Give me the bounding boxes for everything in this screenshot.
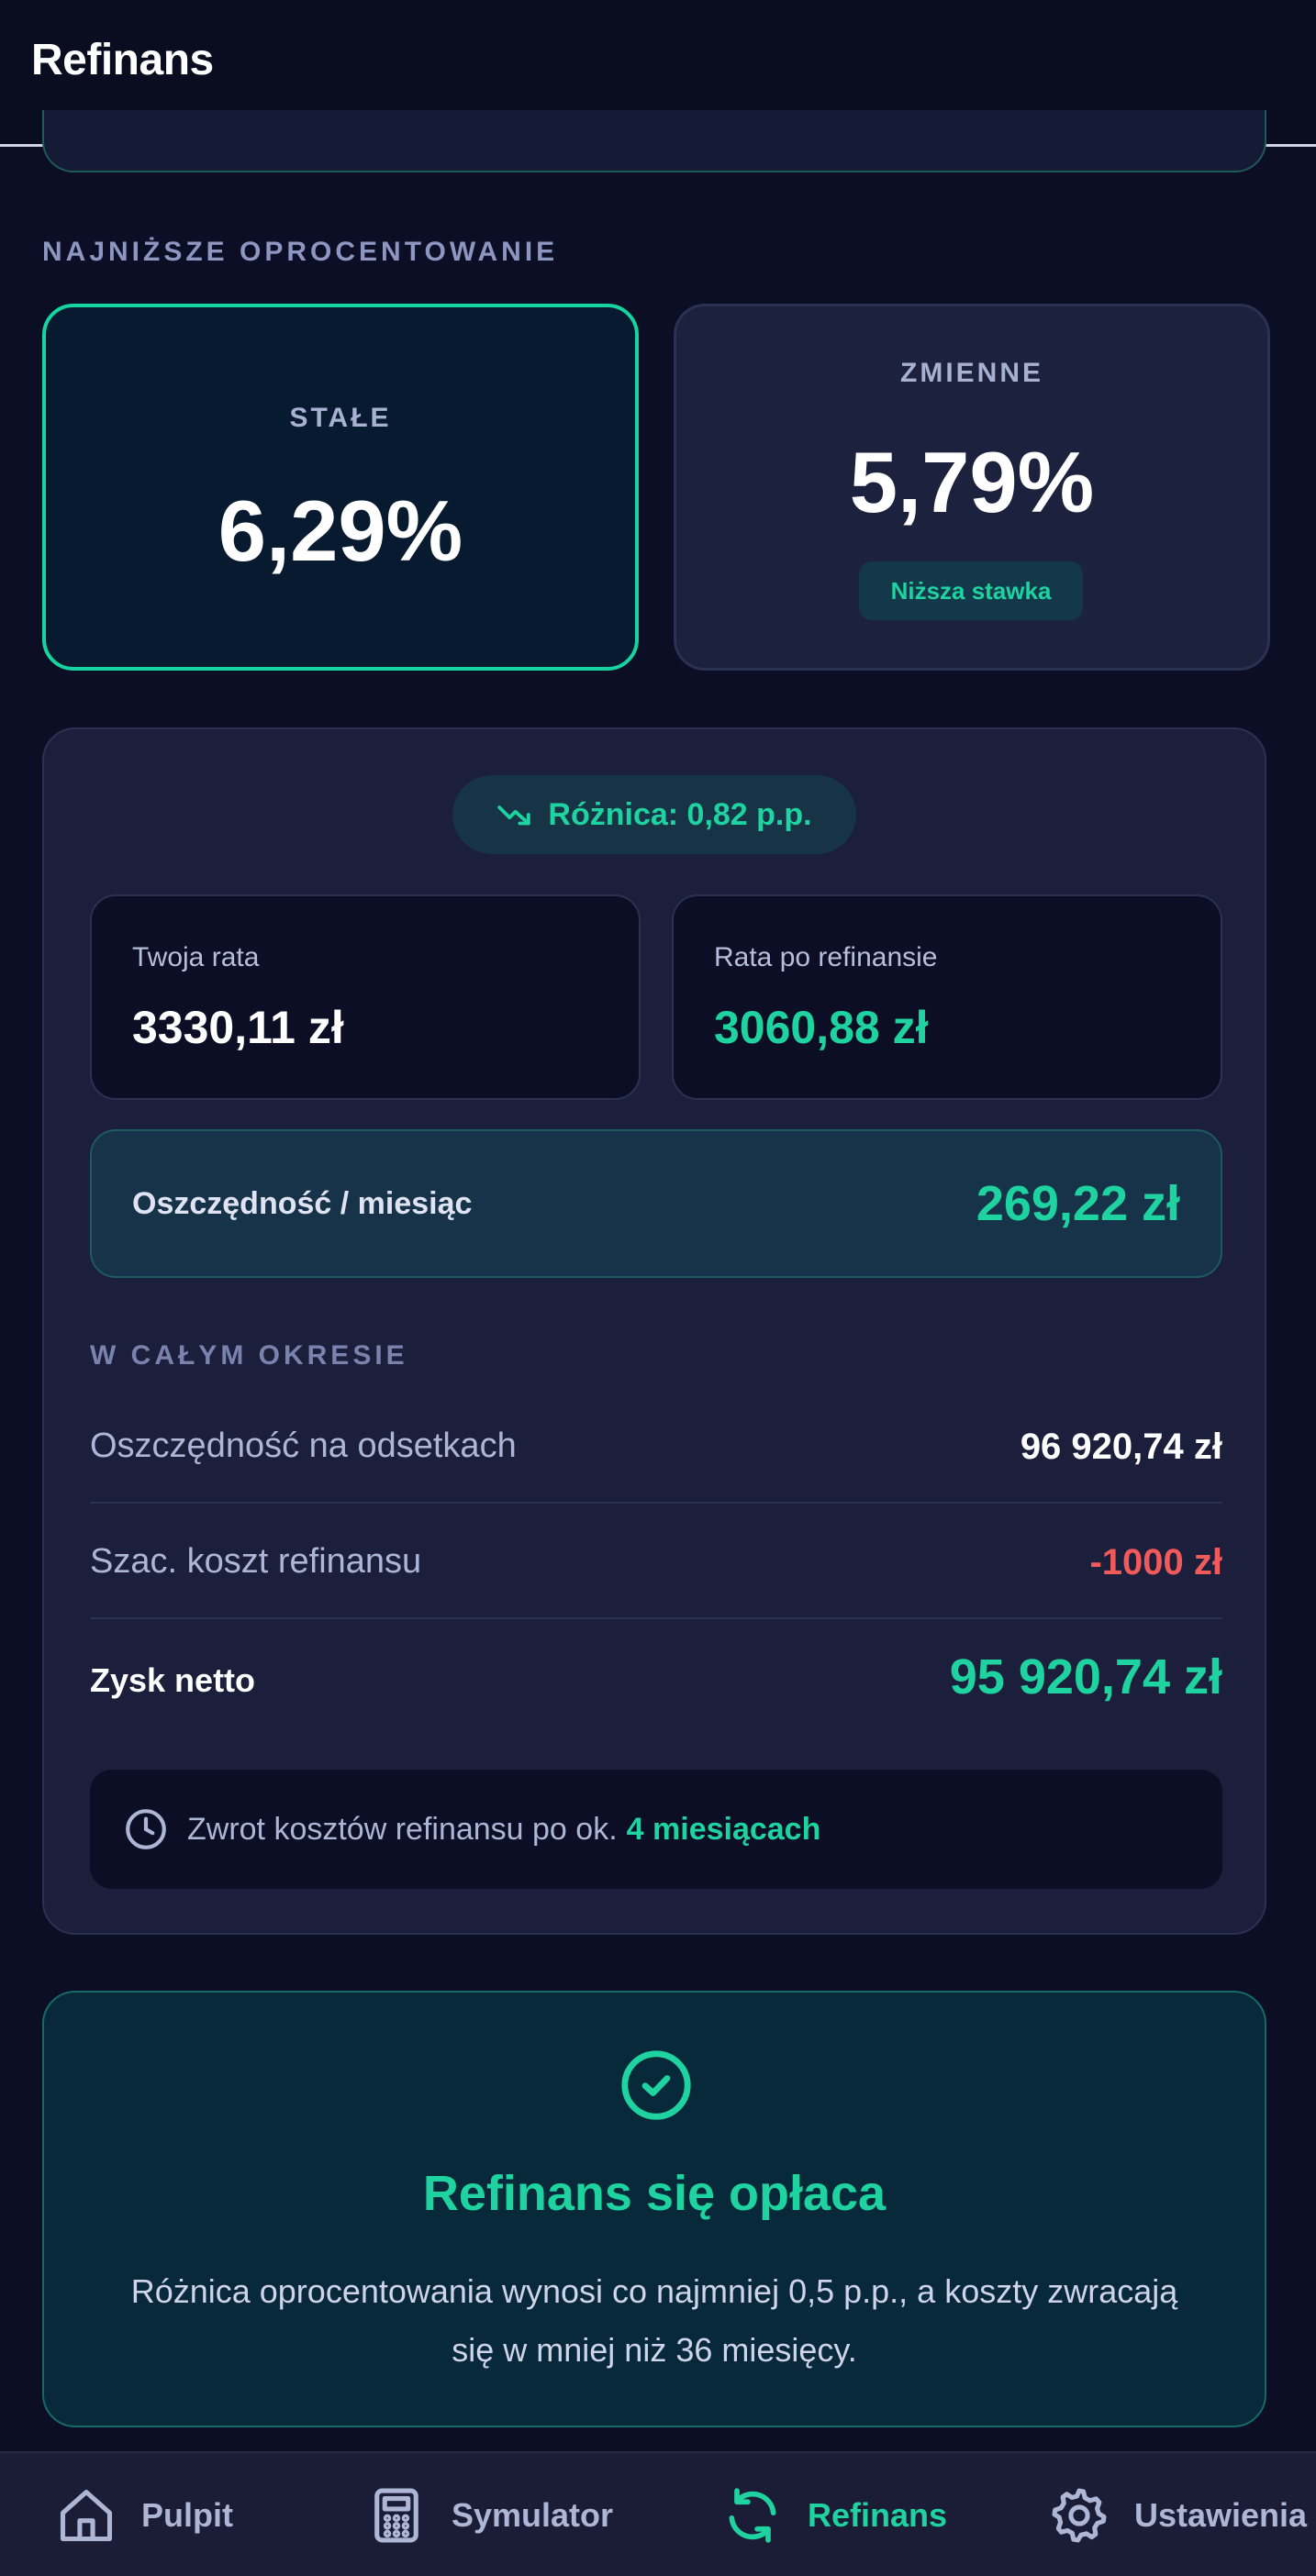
difference-pill: Różnica: 0,82 p.p. — [452, 775, 856, 854]
scrolled-card — [42, 110, 1266, 172]
nav-item-ustawienia[interactable]: Ustawienia — [1048, 2453, 1307, 2576]
verdict-description: Różnica oprocentowania wynosi co najmnie… — [130, 2272, 1178, 2369]
nav-label-symulator: Symulator — [452, 2496, 614, 2534]
variable-rate-card[interactable]: ZMIENNE 5,79% Niższa stawka — [674, 304, 1270, 671]
interest-savings-value: 96 920,74 zł — [1020, 1427, 1222, 1467]
refinance-cost-row: Szac. koszt refinansu -1000 zł — [90, 1505, 1222, 1619]
lower-rate-badge: Niższa stawka — [859, 561, 1083, 620]
refresh-icon — [729, 2488, 776, 2543]
fixed-rate-card[interactable]: STAŁE 6,29% — [42, 304, 639, 671]
variable-rate-label: ZMIENNE — [900, 358, 1043, 388]
trending-down-icon — [497, 805, 531, 826]
nav-item-pulpit[interactable]: Pulpit — [55, 2453, 233, 2576]
verdict-title: Refinans się opłaca — [422, 2166, 887, 2221]
payback-value: 4 miesiącach — [626, 1811, 821, 1847]
clock-icon — [126, 1809, 166, 1849]
fixed-rate-label: STAŁE — [289, 403, 392, 433]
fixed-rate-value: 6,29% — [217, 483, 463, 579]
current-rate-value: 3330,11 zł — [132, 1002, 344, 1053]
page-title: Refinans — [31, 36, 214, 84]
period-label: W CAŁYM OKRESIE — [90, 1340, 408, 1371]
gear-icon — [1052, 2488, 1107, 2543]
app-root: Refinans NAJNIŻSZE OPROCENTOWANIE STAŁE … — [0, 0, 1316, 2576]
variable-rate-value: 5,79% — [849, 434, 1095, 530]
monthly-savings-value: 269,22 zł — [976, 1176, 1180, 1231]
verdict-card: Refinans się opłaca Różnica oprocentowan… — [42, 1991, 1266, 2427]
new-rate-card: Rata po refinansie 3060,88 zł — [672, 894, 1222, 1100]
net-profit-label: Zysk netto — [90, 1661, 256, 1699]
net-profit-value: 95 920,74 zł — [949, 1649, 1222, 1704]
nav-label-ustawienia: Ustawienia — [1134, 2496, 1308, 2534]
nav-label-pulpit: Pulpit — [141, 2496, 233, 2534]
check-circle-icon — [621, 2050, 691, 2120]
bottom-nav: Pulpit Symulator Refinans Ustawienia — [0, 2451, 1316, 2576]
difference-text: Różnica: 0,82 p.p. — [548, 796, 812, 832]
monthly-savings: Oszczędność / miesiąc 269,22 zł — [90, 1129, 1222, 1278]
nav-item-refinans[interactable]: Refinans — [721, 2453, 947, 2576]
rates-section-label: NAJNIŻSZE OPROCENTOWANIE — [42, 237, 559, 267]
home-icon — [60, 2489, 113, 2542]
current-rate-card: Twoja rata 3330,11 zł — [90, 894, 641, 1100]
monthly-savings-label: Oszczędność / miesiąc — [132, 1186, 473, 1221]
nav-label-refinans: Refinans — [808, 2496, 948, 2534]
net-profit-row: Zysk netto 95 920,74 zł — [90, 1619, 1222, 1738]
refinance-cost-value: -1000 zł — [1089, 1542, 1222, 1582]
payback-info: Zwrot kosztów refinansu po ok. 4 miesiąc… — [90, 1770, 1222, 1889]
nav-item-symulator[interactable]: Symulator — [365, 2453, 613, 2576]
refinance-cost-label: Szac. koszt refinansu — [90, 1542, 422, 1581]
current-rate-label: Twoja rata — [132, 942, 260, 972]
payback-text: Zwrot kosztów refinansu po ok. — [187, 1811, 618, 1847]
new-rate-label: Rata po refinansie — [714, 942, 938, 972]
interest-savings-row: Oszczędność na odsetkach 96 920,74 zł — [90, 1390, 1222, 1504]
new-rate-value: 3060,88 zł — [714, 1002, 929, 1053]
interest-savings-label: Oszczędność na odsetkach — [90, 1427, 517, 1465]
calculator-icon — [374, 2488, 418, 2543]
comparison-panel: Różnica: 0,82 p.p. Twoja rata 3330,11 zł… — [42, 727, 1266, 1935]
